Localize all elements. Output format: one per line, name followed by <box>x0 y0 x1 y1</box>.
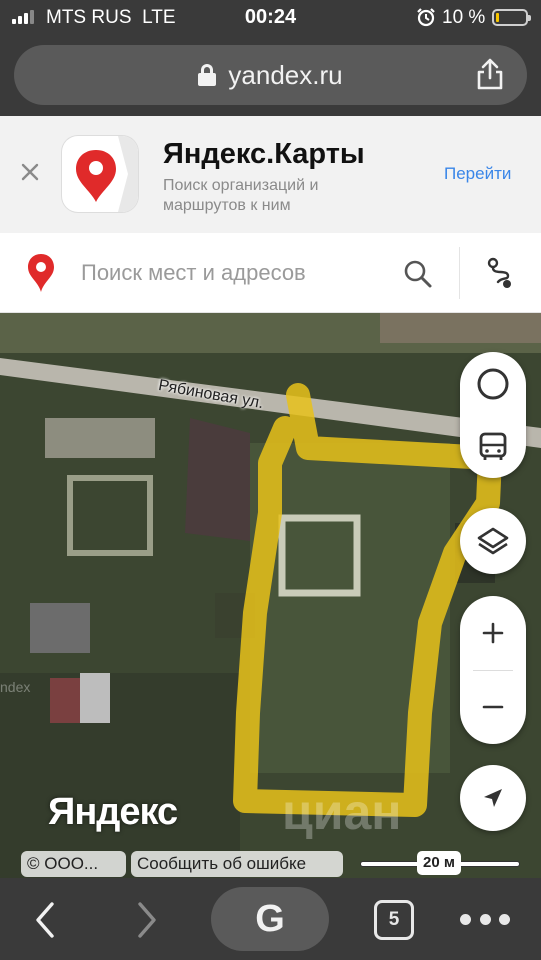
satellite-map[interactable]: ndex Рябиновая ул. циан Яндекс © ООО... … <box>0 313 541 878</box>
close-icon[interactable] <box>18 160 42 184</box>
google-icon[interactable]: G <box>211 887 329 951</box>
yandex-watermark: Яндекс <box>48 791 178 833</box>
traffic-icon[interactable] <box>460 352 526 415</box>
search-icon[interactable] <box>403 259 433 289</box>
app-subtitle: Поиск организаций и маршрутов к ним <box>163 177 319 214</box>
open-app-button[interactable]: Перейти <box>444 164 511 184</box>
zoom-in-icon[interactable] <box>460 596 526 670</box>
yandex-maps-app-icon <box>62 136 138 212</box>
search-input[interactable]: Поиск мест и адресов <box>81 260 306 286</box>
yandex-pin-icon <box>27 253 55 293</box>
report-error-link[interactable]: Сообщить об ошибке <box>131 851 343 877</box>
screen: MTS RUS LTE 00:24 10 % yandex.ru Яндекс.… <box>0 0 541 960</box>
scale-label: 20 м <box>417 851 461 875</box>
locate-icon[interactable] <box>460 765 526 831</box>
map-faint-text: ndex <box>0 679 31 695</box>
alarm-icon <box>416 7 436 32</box>
app-title: Яндекс.Карты <box>163 138 365 170</box>
status-bar: MTS RUS LTE 00:24 10 % <box>0 0 541 36</box>
map-search-bar: Поиск мест и адресов <box>0 233 541 313</box>
url-text: yandex.ru <box>228 59 343 90</box>
lock-icon <box>198 64 217 86</box>
map-top-controls <box>460 352 526 478</box>
copyright-link[interactable]: © ООО... <box>21 851 126 877</box>
cian-watermark: циан <box>282 784 402 840</box>
layers-icon[interactable] <box>460 508 526 574</box>
back-icon[interactable] <box>30 900 60 940</box>
battery-fill <box>496 13 499 22</box>
more-icon[interactable] <box>460 914 510 926</box>
zoom-controls <box>460 596 526 744</box>
forward-icon[interactable] <box>132 900 162 940</box>
battery-percent: 10 % <box>442 7 486 28</box>
route-icon[interactable] <box>482 255 518 291</box>
tabs-icon[interactable]: 5 <box>374 900 414 940</box>
bus-icon[interactable] <box>460 415 526 478</box>
browser-address-area: yandex.ru <box>0 36 541 116</box>
share-icon[interactable] <box>475 57 505 91</box>
search-divider <box>459 247 460 299</box>
zoom-out-icon[interactable] <box>460 671 526 745</box>
browser-toolbar: G 5 <box>0 878 541 960</box>
app-install-banner: Яндекс.Карты Поиск организаций и маршрут… <box>0 116 541 233</box>
address-bar[interactable]: yandex.ru <box>14 45 527 105</box>
battery-icon <box>492 9 531 26</box>
